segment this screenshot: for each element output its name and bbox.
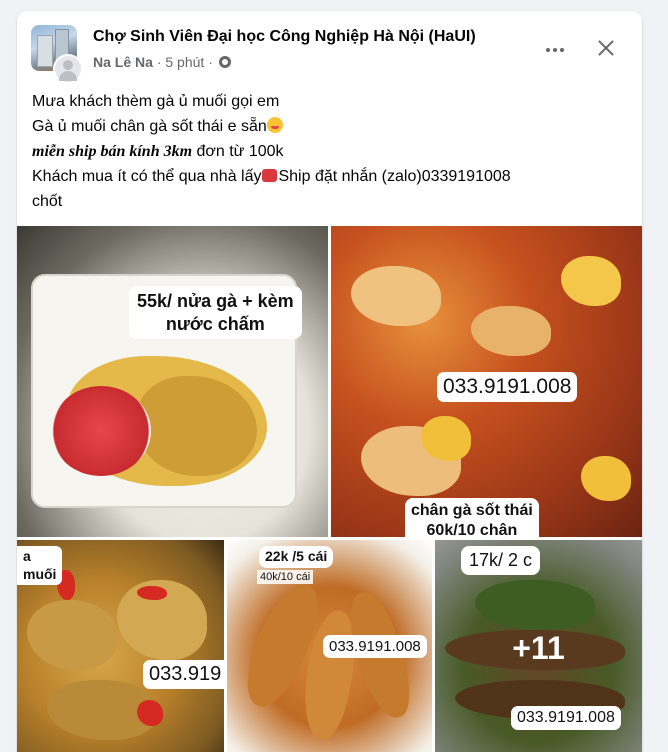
photo-chicken-box[interactable]: 55k/ nửa gà + kèm nước chấm [17, 226, 328, 537]
photo-chicken-feet[interactable]: 033.9191.008 chân gà sốt thái 60k/10 châ… [331, 226, 642, 537]
close-icon[interactable] [591, 33, 621, 63]
text-span: chốt [32, 193, 63, 210]
caption-line: 55k/ nửa gà + kèm [137, 291, 294, 311]
caption-line: 60k/10 chân [426, 522, 518, 537]
text-span: Gà ủ muối chân gà sốt thái e sẵn [32, 118, 267, 135]
text-span: đơn từ 100k [192, 143, 284, 160]
more-photos-count[interactable]: +11 [435, 630, 642, 667]
post-text: Mưa khách thèm gà ủ muối gọi em Gà ủ muố… [32, 89, 632, 214]
chili-shape [137, 700, 163, 726]
post-text-line: Gà ủ muối chân gà sốt thái e sẵn [32, 114, 632, 139]
post-time-link[interactable]: 5 phút [165, 54, 204, 70]
photo-salted-chicken[interactable]: a muối 033.919 [17, 540, 224, 752]
photo-caption: chân gà sốt thái 60k/10 chân [405, 498, 539, 537]
more-dot [553, 48, 557, 52]
photo-caption: 17k/ 2 c [461, 546, 541, 575]
food-shape [471, 306, 551, 356]
bold-italic-text: miễn ship bán kính 3km [32, 143, 193, 160]
caption-line: muối [23, 565, 57, 582]
author-name-link[interactable]: Na Lê Na [93, 54, 153, 70]
photo-sausages-more[interactable]: 17k/ 2 c +11 033.9191.008 [435, 540, 642, 752]
phone-label: 033.9191.008 [437, 372, 578, 402]
mango-shape [581, 456, 631, 501]
telephone-emoji-icon [262, 169, 278, 182]
caption-line: chân gà sốt thái [411, 502, 533, 519]
user-avatar[interactable] [53, 54, 83, 84]
phone-label: 033.9191.008 [323, 635, 427, 658]
phone-label: 033.919 [143, 660, 224, 689]
photo-fried-rolls[interactable]: 22k /5 cái 40k/10 cái 033.9191.008 [227, 540, 432, 752]
post-card: Chợ Sinh Viên Đại học Công Nghiệp Hà Nội… [17, 11, 642, 752]
post-meta: Na Lê Na · 5 phút · [93, 54, 231, 70]
text-span: Ship đặt nhắn (zalo)0339191008 [278, 168, 511, 185]
caption-line: nước chấm [165, 313, 265, 334]
globe-icon[interactable] [218, 56, 231, 68]
post-text-line: miễn ship bán kính 3km đơn từ 100k [32, 139, 632, 164]
caption-line: 22k /5 cái [265, 548, 328, 564]
photo-caption: 55k/ nửa gà + kèm nước chấm [129, 286, 302, 339]
meta-separator: · [156, 54, 162, 70]
mango-shape [561, 256, 621, 306]
post-text-line: Mưa khách thèm gà ủ muối gọi em [32, 89, 632, 114]
food-shape [27, 600, 117, 670]
group-name-link[interactable]: Chợ Sinh Viên Đại học Công Nghiệp Hà Nội… [93, 28, 476, 46]
photo-caption: a muối [17, 546, 63, 585]
winking-face-emoji-icon [266, 117, 283, 133]
photo-caption: 22k /5 cái [259, 546, 334, 568]
chili-shape [137, 586, 167, 600]
phone-label: 033.9191.008 [511, 706, 621, 730]
meta-separator: · [208, 54, 213, 70]
more-options-button[interactable] [540, 35, 570, 65]
text-span: Khách mua ít có thể qua nhà lấy [32, 168, 262, 185]
post-text-line: chốt [32, 189, 632, 214]
caption-line: a [23, 548, 31, 564]
photo-subcaption: 40k/10 cái [257, 570, 314, 584]
more-dot [560, 48, 564, 52]
avatar-building [37, 35, 53, 67]
dipping-sauce-shape [51, 386, 151, 476]
food-shape [351, 266, 441, 326]
more-dot [546, 48, 550, 52]
text-span: Mưa khách thèm gà ủ muối gọi em [32, 93, 280, 110]
post-header: Chợ Sinh Viên Đại học Công Nghiệp Hà Nội… [17, 11, 642, 84]
post-text-line: Khách mua ít có thể qua nhà lấy Ship đặt … [32, 164, 632, 189]
